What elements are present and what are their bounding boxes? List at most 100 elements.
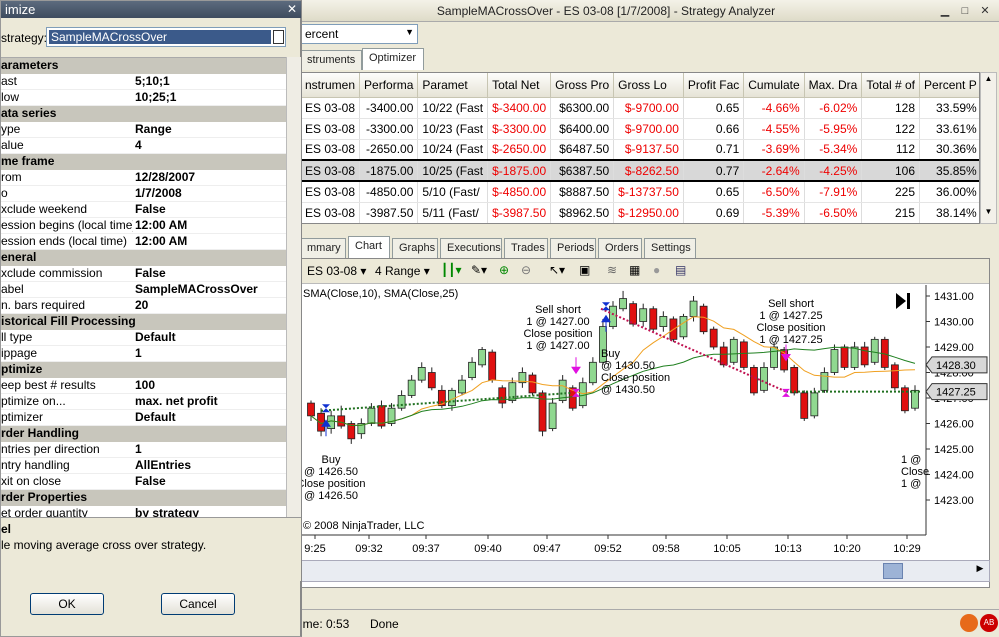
property-value[interactable]: False (133, 202, 166, 217)
property-row[interactable]: ntry handling AllEntries (1, 458, 286, 474)
property-value[interactable]: 12:00 AM (133, 234, 187, 249)
maximize-icon[interactable]: □ (958, 4, 972, 18)
property-row[interactable]: low 10;25;1 (1, 90, 286, 106)
property-row[interactable]: ession ends (local time) 12:00 AM (1, 234, 286, 250)
property-row[interactable]: abel SampleMACrossOver (1, 282, 286, 298)
cursor-icon[interactable]: ↖▾ (549, 263, 565, 277)
column-header[interactable]: Cumulate (743, 73, 805, 98)
cancel-button[interactable]: Cancel (161, 593, 235, 615)
scroll-down-icon[interactable]: ▼ (982, 207, 995, 219)
tab-periods[interactable]: Periods (550, 238, 596, 258)
period-select[interactable]: 4 Range ▾ (375, 264, 430, 278)
property-row[interactable]: ippage 1 (1, 346, 286, 362)
chart-horizontal-scrollbar[interactable]: ▶ (300, 560, 990, 582)
properties-icon[interactable]: ▣ (579, 263, 590, 277)
property-category[interactable]: rder Properties (1, 490, 286, 506)
scroll-thumb[interactable] (883, 563, 903, 579)
tab-instruments[interactable]: struments (300, 50, 362, 70)
draw-tool-icon[interactable]: ✎▾ (471, 263, 487, 277)
property-row[interactable]: n. bars required 20 (1, 298, 286, 314)
display-unit-select[interactable]: ercent ▼ (300, 24, 418, 44)
property-value[interactable]: 12:00 AM (133, 218, 187, 233)
property-value[interactable]: by strategy (133, 506, 199, 517)
strategy-icon[interactable]: ▦ (629, 263, 640, 277)
property-value[interactable]: SampleMACrossOver (133, 282, 258, 297)
column-header[interactable]: Performa (359, 73, 419, 98)
instrument-select[interactable]: ES 03-08 ▾ (307, 264, 366, 278)
property-row[interactable]: ll type Default (1, 330, 286, 346)
property-value[interactable]: 100 (133, 378, 155, 393)
property-row[interactable]: ntries per direction 1 (1, 442, 286, 458)
property-row[interactable]: o 1/7/2008 (1, 186, 286, 202)
minimize-icon[interactable]: ▁ (938, 4, 952, 18)
snapshot-icon[interactable]: ● (653, 263, 660, 277)
column-header[interactable]: Max. Dra (804, 73, 863, 98)
property-category[interactable]: eneral (1, 250, 286, 266)
scroll-up-icon[interactable]: ▲ (982, 74, 995, 86)
property-row[interactable]: ptimizer Default (1, 410, 286, 426)
property-value[interactable]: 1 (133, 442, 142, 457)
column-header[interactable]: Percent P (919, 73, 979, 98)
table-row[interactable]: ES 03-08 -1875.00 10/25 (Fast $-1875.00 $638… (301, 159, 979, 182)
property-value[interactable]: Range (133, 122, 172, 137)
property-value[interactable]: 4 (133, 138, 142, 153)
property-category[interactable]: rder Handling (1, 426, 286, 442)
property-row[interactable]: et order quantity by strategy (1, 506, 286, 517)
dropdown-button[interactable] (273, 30, 284, 44)
property-value[interactable]: AllEntries (133, 458, 191, 473)
tab-mmary[interactable]: mmary (300, 238, 346, 258)
property-category[interactable]: ata series (1, 106, 286, 122)
table-row[interactable]: ES 03-08 -2650.00 10/24 (Fast $-2650.00 $648… (301, 139, 979, 161)
indicators-icon[interactable]: ≋ (607, 263, 617, 277)
property-row[interactable]: ptimize on... max. net profit (1, 394, 286, 410)
table-row[interactable]: ES 03-08 -3987.50 5/11 (Fast/$-3987.50 $896… (301, 202, 979, 223)
property-row[interactable]: xit on close False (1, 474, 286, 490)
property-category[interactable]: me frame (1, 154, 286, 170)
table-vertical-scrollbar[interactable]: ▲ ▼ (980, 72, 997, 224)
ok-button[interactable]: OK (30, 593, 104, 615)
column-header[interactable]: Profit Fac (683, 73, 745, 98)
property-row[interactable]: alue 4 (1, 138, 286, 154)
property-row[interactable]: xclude commission False (1, 266, 286, 282)
data-box-icon[interactable]: ▤ (675, 263, 686, 277)
property-row[interactable]: ype Range (1, 122, 286, 138)
property-value[interactable]: False (133, 474, 166, 489)
property-category[interactable]: ptimize (1, 362, 286, 378)
property-value[interactable]: 5;10;1 (133, 74, 170, 89)
adblock-icon[interactable]: AB (980, 614, 998, 632)
column-header[interactable]: nstrumen (301, 73, 361, 98)
column-header[interactable]: Paramet (417, 73, 489, 98)
bar-style-icon[interactable]: ┃┃▾ (441, 263, 461, 277)
table-row[interactable]: ES 03-08 -3300.00 10/23 (Fast $-3300.00 $640… (301, 118, 979, 140)
property-value[interactable]: Default (133, 410, 176, 425)
property-row[interactable]: rom 12/28/2007 (1, 170, 286, 186)
price-chart[interactable]: 1431.001430.001429.001428.001427.001426.… (301, 285, 989, 561)
property-scrollbar[interactable] (286, 57, 301, 567)
scroll-right-icon[interactable]: ▶ (973, 563, 987, 579)
tab-orders[interactable]: Orders (598, 238, 642, 258)
table-row[interactable]: ES 03-08 -4850.00 5/10 (Fast/$-4850.00 $888… (301, 181, 979, 203)
firefox-icon[interactable] (960, 614, 978, 632)
column-header[interactable]: Gross Lo (613, 73, 684, 98)
property-value[interactable]: 20 (133, 298, 148, 313)
close-icon[interactable]: ✕ (978, 4, 992, 18)
column-header[interactable]: Total Net (487, 73, 552, 98)
property-value[interactable]: Default (133, 330, 176, 345)
zoom-out-icon[interactable]: ⊖ (521, 263, 531, 277)
tab-optimizer[interactable]: Optimizer (362, 48, 424, 70)
property-value[interactable]: 1/7/2008 (133, 186, 182, 201)
table-row[interactable]: ES 03-08 -3400.00 10/22 (Fast $-3400.00 $630… (301, 97, 979, 119)
column-header[interactable]: Total # of (861, 73, 921, 98)
tab-chart[interactable]: Chart (348, 236, 390, 258)
column-header[interactable]: Gross Pro (550, 73, 615, 98)
property-row[interactable]: xclude weekend False (1, 202, 286, 218)
property-row[interactable]: ession begins (local time) 12:00 AM (1, 218, 286, 234)
tab-settings[interactable]: Settings (644, 238, 696, 258)
property-category[interactable]: istorical Fill Processing (1, 314, 286, 330)
property-value[interactable]: False (133, 266, 166, 281)
tab-trades[interactable]: Trades (504, 238, 548, 258)
property-row[interactable]: eep best # results 100 (1, 378, 286, 394)
tab-executions[interactable]: Executions (440, 238, 502, 258)
close-icon[interactable]: ✕ (285, 2, 299, 16)
property-row[interactable]: ast 5;10;1 (1, 74, 286, 90)
